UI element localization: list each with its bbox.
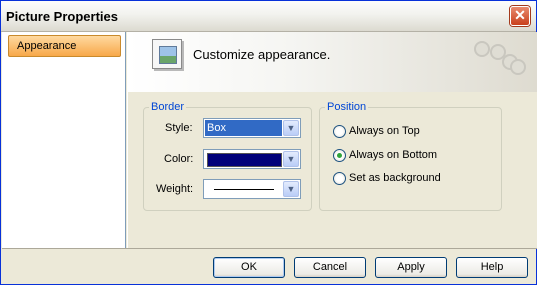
- sidebar-item-label: Appearance: [17, 40, 77, 52]
- chevron-down-icon[interactable]: ▼: [283, 181, 299, 197]
- footer-divider: [2, 248, 537, 249]
- picture-properties-dialog: Picture Properties ✕ Appearance Customiz…: [0, 0, 537, 285]
- sidebar-item-appearance[interactable]: Appearance: [8, 35, 121, 57]
- header-text: Customize appearance.: [193, 47, 331, 62]
- color-swatch: [207, 153, 282, 167]
- window-title: Picture Properties: [6, 9, 118, 24]
- apply-button[interactable]: Apply: [375, 257, 447, 278]
- color-label: Color:: [164, 153, 194, 165]
- radio-button[interactable]: [333, 172, 346, 185]
- weight-label: Weight:: [156, 183, 194, 195]
- radio-label: Set as background: [349, 172, 441, 184]
- gear-icon: [474, 41, 490, 57]
- radio-label: Always on Top: [349, 125, 420, 137]
- border-group: Border Style: Box ▼ Color: ▼ Weight: ▼: [143, 101, 312, 211]
- sidebar: Appearance: [2, 32, 126, 248]
- color-select[interactable]: ▼: [203, 149, 301, 169]
- radio-button[interactable]: [333, 149, 346, 162]
- style-select[interactable]: Box ▼: [203, 118, 301, 138]
- help-button[interactable]: Help: [456, 257, 528, 278]
- position-legend: Position: [325, 101, 369, 113]
- radio-button[interactable]: [333, 125, 346, 138]
- weight-select[interactable]: ▼: [203, 179, 301, 199]
- border-legend: Border: [149, 101, 187, 113]
- close-icon[interactable]: ✕: [510, 6, 530, 26]
- title-bar[interactable]: Picture Properties ✕: [1, 1, 536, 32]
- position-group: Position Always on Top Always on Bottom …: [319, 101, 502, 211]
- main-panel: Customize appearance. Border Style: Box …: [127, 32, 537, 248]
- chevron-down-icon[interactable]: ▼: [283, 151, 299, 167]
- style-label: Style:: [165, 122, 193, 134]
- cancel-button[interactable]: Cancel: [294, 257, 366, 278]
- gear-icon: [510, 59, 526, 75]
- style-value: Box: [205, 120, 282, 136]
- panel-header: Customize appearance.: [128, 32, 537, 92]
- chevron-down-icon[interactable]: ▼: [283, 120, 299, 136]
- radio-label: Always on Bottom: [349, 149, 438, 161]
- picture-icon: [152, 39, 182, 69]
- ok-button[interactable]: OK: [213, 257, 285, 278]
- weight-line: [214, 189, 274, 190]
